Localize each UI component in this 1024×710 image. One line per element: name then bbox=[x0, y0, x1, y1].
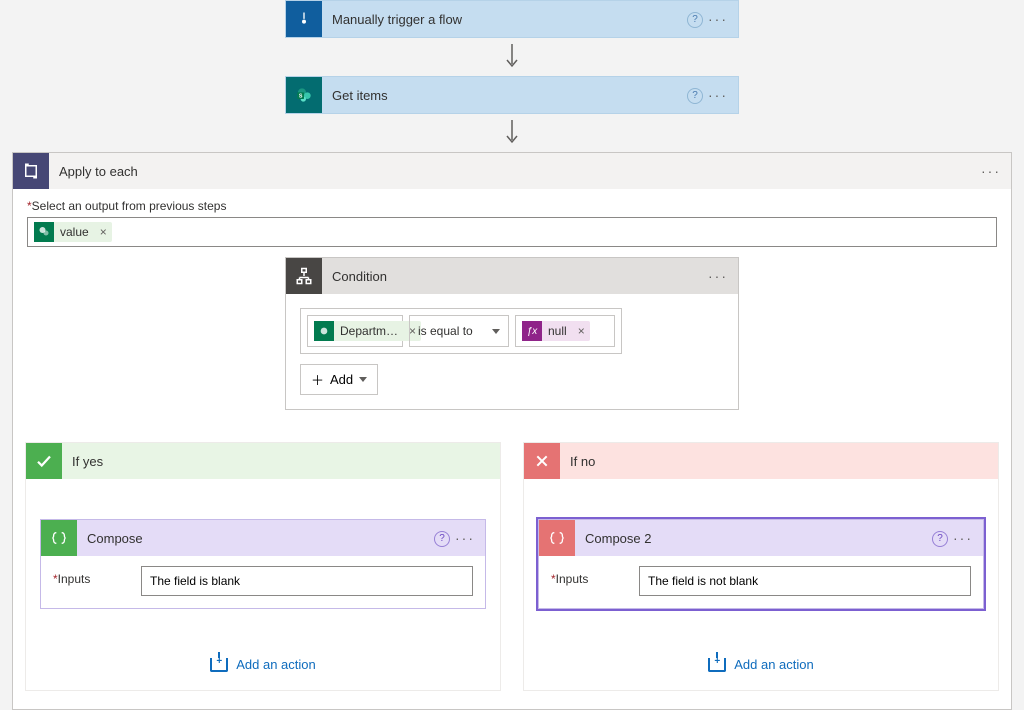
remove-token-icon[interactable]: × bbox=[95, 225, 112, 239]
fx-icon: ƒx bbox=[522, 321, 542, 341]
svg-text:S: S bbox=[299, 94, 303, 100]
cross-icon bbox=[524, 443, 560, 479]
condition-title: Condition bbox=[322, 269, 706, 284]
arrow-connector bbox=[0, 114, 1024, 152]
arrow-connector bbox=[0, 38, 1024, 76]
more-menu[interactable]: ··· bbox=[453, 530, 477, 546]
more-menu[interactable]: ··· bbox=[706, 87, 730, 103]
compose-title: Compose bbox=[77, 531, 431, 546]
trigger-title: Manually trigger a flow bbox=[322, 12, 684, 27]
compose-icon bbox=[41, 520, 77, 556]
apply-to-each-header[interactable]: Apply to each ··· bbox=[13, 153, 1011, 189]
compose-2-title: Compose 2 bbox=[575, 531, 929, 546]
condition-operator-select[interactable]: is equal to bbox=[409, 315, 509, 347]
if-yes-header[interactable]: If yes bbox=[26, 443, 500, 479]
loop-icon bbox=[13, 153, 49, 189]
add-action-link[interactable]: Add an action bbox=[210, 657, 316, 672]
get-items-title: Get items bbox=[322, 88, 684, 103]
value-token[interactable]: value × bbox=[34, 222, 112, 242]
compose-inputs-field[interactable] bbox=[141, 566, 473, 596]
help-icon[interactable]: ? bbox=[431, 529, 453, 547]
output-input[interactable]: value × bbox=[27, 217, 997, 247]
add-action-icon bbox=[708, 658, 726, 672]
add-action-icon bbox=[210, 658, 228, 672]
trigger-icon bbox=[286, 1, 322, 37]
if-no-branch: If no Compose 2 ? ··· *Inputs bbox=[523, 442, 999, 691]
condition-right-operand[interactable]: ƒx null × bbox=[515, 315, 615, 347]
trigger-card[interactable]: Manually trigger a flow ? ··· bbox=[285, 0, 739, 38]
output-field-label: *Select an output from previous steps bbox=[27, 199, 997, 213]
get-items-card[interactable]: S Get items ? ··· bbox=[285, 76, 739, 114]
help-icon[interactable]: ? bbox=[929, 529, 951, 547]
help-icon[interactable]: ? bbox=[684, 86, 706, 104]
compose-2-inputs-field[interactable] bbox=[639, 566, 971, 596]
help-icon[interactable]: ? bbox=[684, 10, 706, 28]
more-menu[interactable]: ··· bbox=[706, 268, 730, 284]
sharepoint-token-icon bbox=[34, 222, 54, 242]
compose-2-card[interactable]: Compose 2 ? ··· *Inputs bbox=[538, 519, 984, 609]
chevron-down-icon bbox=[359, 377, 367, 382]
remove-token-icon[interactable]: × bbox=[573, 324, 590, 338]
if-yes-branch: If yes Compose ? ··· *Inputs bbox=[25, 442, 501, 691]
apply-to-each-container: Apply to each ··· *Select an output from… bbox=[12, 152, 1012, 710]
if-no-header[interactable]: If no bbox=[524, 443, 998, 479]
condition-icon bbox=[286, 258, 322, 294]
compose-card[interactable]: Compose ? ··· *Inputs bbox=[40, 519, 486, 609]
sharepoint-token-icon bbox=[314, 321, 334, 341]
condition-card: Condition ··· Departm… × bbox=[285, 257, 739, 410]
add-condition-button[interactable]: ＋ Add bbox=[300, 364, 378, 395]
chevron-down-icon bbox=[492, 329, 500, 334]
more-menu[interactable]: ··· bbox=[951, 530, 975, 546]
apply-to-each-title: Apply to each bbox=[49, 164, 979, 179]
inputs-label: *Inputs bbox=[551, 566, 621, 586]
plus-icon: ＋ bbox=[311, 370, 324, 389]
condition-left-operand[interactable]: Departm… × bbox=[307, 315, 403, 347]
add-action-link[interactable]: Add an action bbox=[708, 657, 814, 672]
inputs-label: *Inputs bbox=[53, 566, 123, 586]
compose-icon bbox=[539, 520, 575, 556]
fx-null-token[interactable]: ƒx null × bbox=[522, 321, 590, 341]
sharepoint-icon: S bbox=[286, 77, 322, 113]
department-token[interactable]: Departm… × bbox=[314, 321, 421, 341]
check-icon bbox=[26, 443, 62, 479]
more-menu[interactable]: ··· bbox=[979, 163, 1003, 179]
more-menu[interactable]: ··· bbox=[706, 11, 730, 27]
condition-header[interactable]: Condition ··· bbox=[286, 258, 738, 294]
